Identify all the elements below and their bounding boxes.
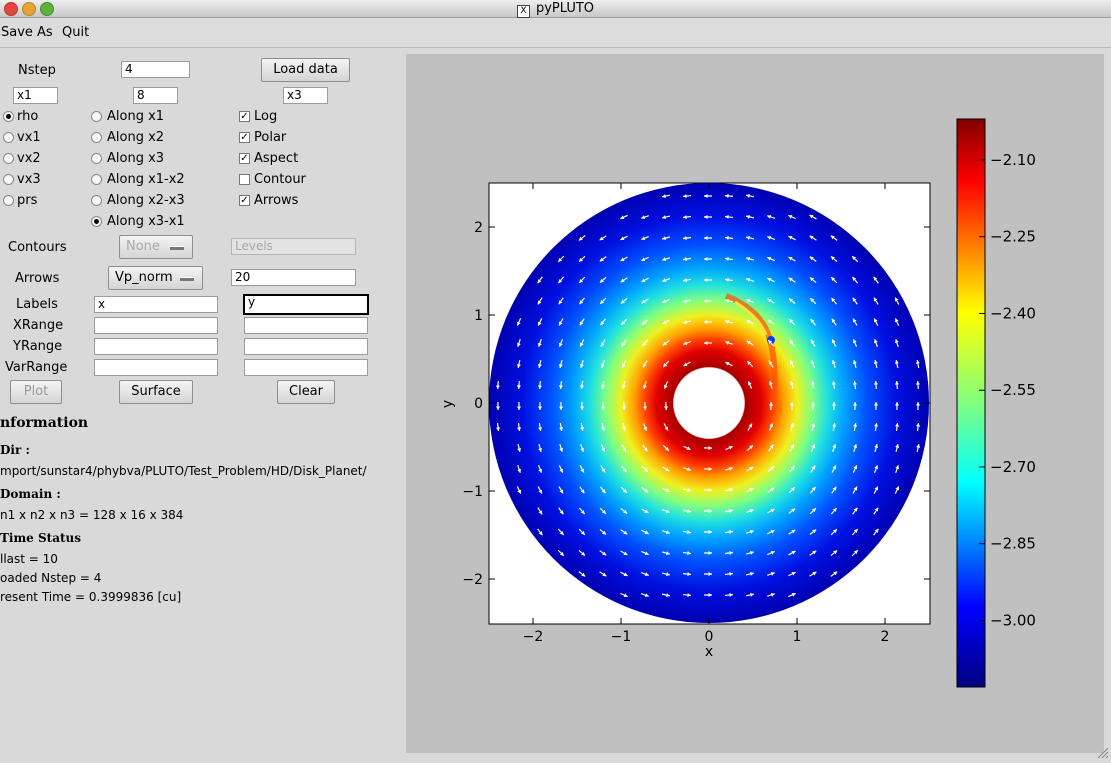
inner-hole [674,368,744,438]
plot-figure: −2 −1 0 1 2 2 1 0 −1 −2 x y −2.10 −2.25 −2.40 −2.55… [440,118,1109,759]
y-tick-label: −1 [462,484,483,500]
colorbar-tick-label: −3.00 [990,611,1036,629]
y-tick-label: −2 [462,572,483,588]
y-tick-label: 0 [474,396,483,412]
x-tick-label: −2 [523,629,544,645]
resize-grip-icon[interactable] [1097,747,1109,759]
x-axis-label: x [705,644,713,660]
x-tick-label: −1 [611,629,632,645]
y-tick-label: 1 [474,308,483,324]
colorbar-tick-label: −2.70 [990,458,1036,476]
colorbar-tick-label: −2.10 [990,151,1036,169]
colorbar-ticks: −2.10 −2.25 −2.40 −2.55 −2.70 −2.85 −3.00 [979,151,1036,629]
y-axis-label: y [440,400,456,408]
colorbar [956,118,986,688]
colorbar-tick-label: −2.25 [990,228,1036,246]
colorbar-tick-label: −2.85 [990,535,1036,553]
x-tick-label: 0 [705,629,714,645]
colorbar-tick-label: −2.55 [990,381,1036,399]
y-tick-label: 2 [474,220,483,236]
x-tick-label: 1 [793,629,802,645]
x-tick-label: 2 [881,629,890,645]
colorbar-tick-label: −2.40 [990,304,1036,322]
